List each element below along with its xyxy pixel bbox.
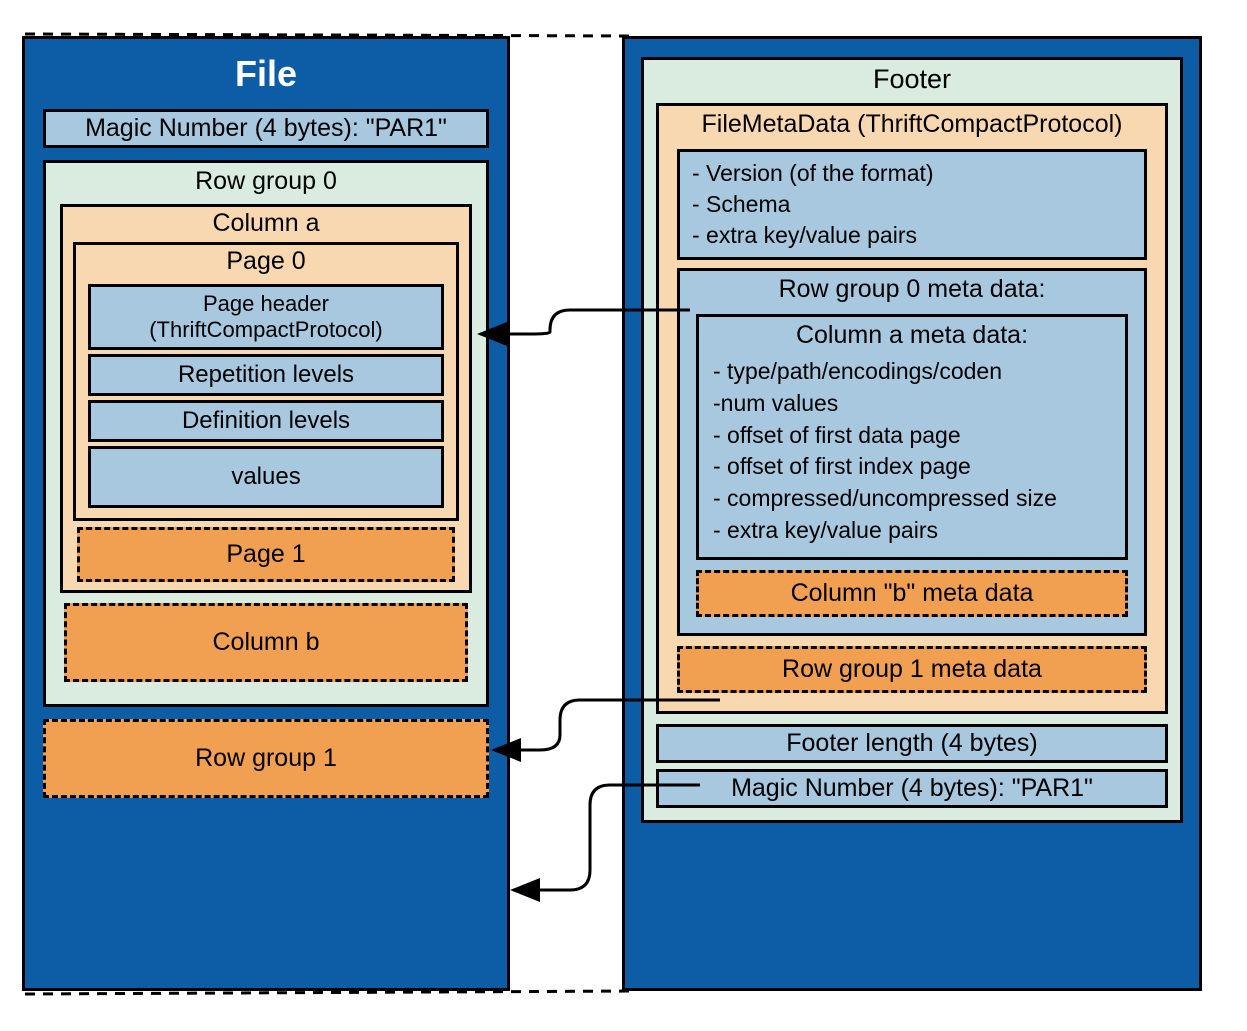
meta-item: - offset of first index page xyxy=(713,451,1111,483)
row-group-1-meta: Row group 1 meta data xyxy=(677,646,1147,693)
file-meta-data: FileMetaData (ThriftCompactProtocol) - V… xyxy=(656,103,1168,714)
column-a-meta-title: Column a meta data: xyxy=(699,317,1125,354)
meta-item: - offset of first data page xyxy=(713,420,1111,452)
row-group-0-meta: Row group 0 meta data: Column a meta dat… xyxy=(677,268,1147,635)
definition-levels: Definition levels xyxy=(88,400,444,442)
row-group-1: Row group 1 xyxy=(43,719,489,798)
magic-number-bottom: Magic Number (4 bytes): "PAR1" xyxy=(656,769,1168,808)
page-0: Page 0 Page header (ThriftCompactProtoco… xyxy=(73,242,459,521)
column-b: Column b xyxy=(64,603,468,682)
row-group-0-meta-title: Row group 0 meta data: xyxy=(680,271,1144,310)
meta-item: - extra key/value pairs xyxy=(713,515,1111,547)
meta-item: - Schema xyxy=(692,189,1132,220)
footer-length: Footer length (4 bytes) xyxy=(656,724,1168,763)
meta-top-items: - Version (of the format) - Schema - ext… xyxy=(677,149,1147,260)
file-title: File xyxy=(25,39,507,109)
column-a: Column a Page 0 Page header (ThriftCompa… xyxy=(60,204,472,593)
column-a-meta-items: - type/path/encodings/coden -num values … xyxy=(699,354,1125,548)
row-group-0: Row group 0 Column a Page 0 Page header … xyxy=(43,160,489,707)
meta-item: - type/path/encodings/coden xyxy=(713,356,1111,388)
meta-item: - compressed/uncompressed size xyxy=(713,483,1111,515)
row-group-0-title: Row group 0 xyxy=(46,163,486,200)
diagram-canvas: File Magic Number (4 bytes): "PAR1" Row … xyxy=(0,0,1247,1031)
meta-item: - Version (of the format) xyxy=(692,158,1132,189)
footer-title: Footer xyxy=(644,60,1180,99)
page-header: Page header (ThriftCompactProtocol) xyxy=(88,284,444,350)
column-b-meta: Column "b" meta data xyxy=(696,570,1128,617)
meta-item: -num values xyxy=(713,388,1111,420)
column-a-meta: Column a meta data: - type/path/encoding… xyxy=(696,314,1128,559)
page-0-title: Page 0 xyxy=(76,245,456,280)
file-meta-data-title: FileMetaData (ThriftCompactProtocol) xyxy=(659,106,1165,143)
column-a-title: Column a xyxy=(63,207,469,240)
footer-inner: Footer FileMetaData (ThriftCompactProtoc… xyxy=(641,57,1183,823)
magic-number-top: Magic Number (4 bytes): "PAR1" xyxy=(43,109,489,148)
repetition-levels: Repetition levels xyxy=(88,354,444,396)
meta-item: - extra key/value pairs xyxy=(692,220,1132,251)
file-container: File Magic Number (4 bytes): "PAR1" Row … xyxy=(22,36,510,991)
values: values xyxy=(88,446,444,508)
page-1: Page 1 xyxy=(77,527,455,582)
footer-container: Footer FileMetaData (ThriftCompactProtoc… xyxy=(622,36,1202,991)
